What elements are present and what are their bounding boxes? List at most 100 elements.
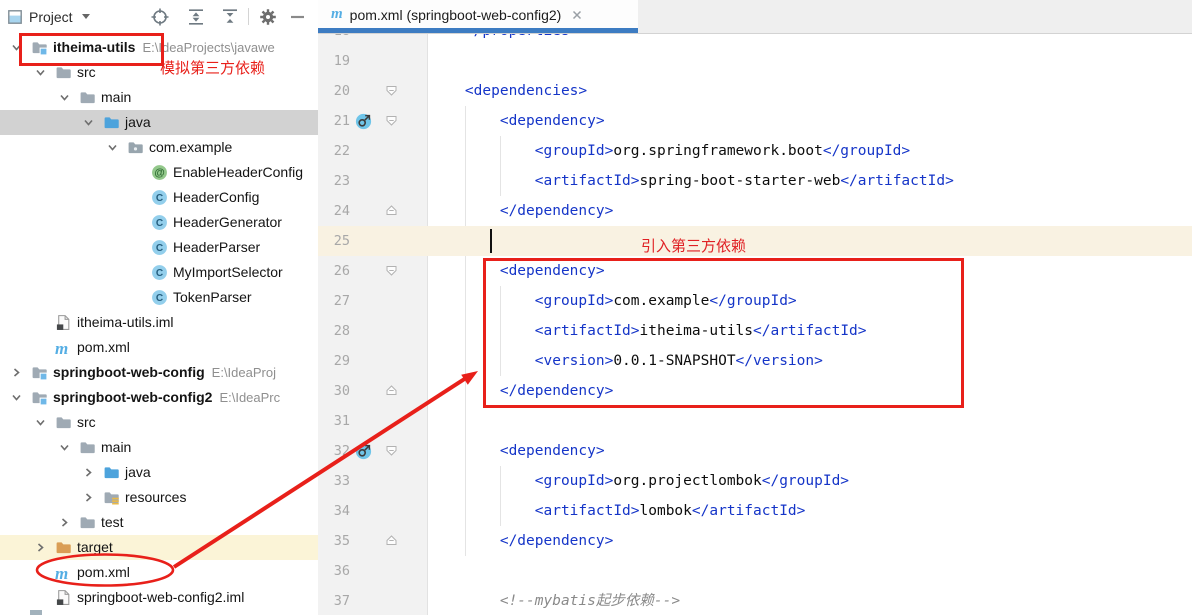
item-name: resources [125,489,186,505]
chevron-down-icon[interactable] [58,91,71,104]
tab-title: pom.xml (springboot-web-config2) [350,7,562,23]
line-number: 34 [318,496,350,526]
tree-item-springboot-web-config2[interactable]: springboot-web-config2E:\IdeaPrc [0,385,318,410]
editor-line-32[interactable]: 32 <dependency> [318,436,1192,466]
maven-icon: m [55,339,72,356]
tree-item-java[interactable]: java [0,110,318,135]
chevron-right-icon[interactable] [82,491,95,504]
tree-item-target[interactable]: target [0,535,318,560]
fold-marker-icon[interactable] [385,264,398,277]
editor-line-24[interactable]: 24 </dependency> [318,196,1192,226]
toolbar-divider [248,8,249,25]
svg-text:C: C [156,218,163,229]
folder-icon [79,89,96,106]
editor-line-33[interactable]: 33 <groupId>org.projectlombok</groupId> [318,466,1192,496]
fold-marker-icon[interactable] [385,204,398,217]
editor-line-21[interactable]: 21 <dependency> [318,106,1192,136]
tree-item-main[interactable]: main [0,435,318,460]
chevron-right-icon[interactable] [34,541,47,554]
editor-line-37[interactable]: 37 <!--mybatis起步依赖--> [318,586,1192,615]
editor-line-20[interactable]: 20 <dependencies> [318,76,1192,106]
tree-item-springboot-web-config2-iml[interactable]: springboot-web-config2.iml [0,585,318,610]
editor-line-34[interactable]: 34 <artifactId>lombok</artifactId> [318,496,1192,526]
fold-marker-icon[interactable] [385,444,398,457]
tree-item-label: main [101,85,131,110]
tab-pom-xml[interactable]: m pom.xml (springboot-web-config2) [318,0,638,29]
tree-item-src[interactable]: src [0,410,318,435]
code-text: <groupId>org.springframework.boot</group… [430,136,910,166]
fold-marker-icon[interactable] [385,534,398,547]
fold-marker-icon[interactable] [385,84,398,97]
item-path: E:\IdeaPrc [219,390,280,405]
maven-navigate-icon[interactable] [355,442,373,460]
fold-marker-icon[interactable] [385,114,398,127]
tree-item-resources[interactable]: resources [0,485,318,510]
line-number: 30 [318,376,350,406]
editor-line-22[interactable]: 22 <groupId>org.springframework.boot</gr… [318,136,1192,166]
tree-item-enableheaderconfig[interactable]: @ EnableHeaderConfig [0,160,318,185]
line-number: 24 [318,196,350,226]
editor-line-36[interactable]: 36 [318,556,1192,586]
item-name: pom.xml [77,564,130,580]
chevron-down-icon[interactable] [10,391,23,404]
partial-tree-row [30,610,42,615]
tree-item-headerparser[interactable]: CHeaderParser [0,235,318,260]
chevron-right-icon[interactable] [82,466,95,479]
editor-line-25[interactable]: 25 [318,226,1192,256]
chevron-right-icon[interactable] [58,516,71,529]
settings-gear-icon[interactable] [258,7,278,27]
editor-line-35[interactable]: 35 </dependency> [318,526,1192,556]
locate-file-icon[interactable] [150,7,170,27]
text-caret [490,229,492,253]
chevron-down-icon[interactable] [82,116,95,129]
svg-text:@: @ [154,167,164,179]
tree-item-label: EnableHeaderConfig [173,160,303,185]
tree-item-headerconfig[interactable]: CHeaderConfig [0,185,318,210]
maven-navigate-icon[interactable] [355,112,373,130]
line-number: 35 [318,526,350,556]
tree-item-main[interactable]: main [0,85,318,110]
tree-item-itheima-utils-iml[interactable]: itheima-utils.iml [0,310,318,335]
chevron-down-icon[interactable] [106,141,119,154]
tree-item-label: test [101,510,124,535]
tree-item-java[interactable]: java [0,460,318,485]
class-icon: C [151,289,168,306]
chevron-down-icon[interactable] [34,66,47,79]
hide-panel-icon[interactable] [288,7,308,27]
chevron-right-icon[interactable] [10,366,23,379]
tree-item-label: itheima-utils.iml [77,310,173,335]
chevron-down-icon[interactable] [34,416,47,429]
tree-item-pom-xml[interactable]: m pom.xml [0,335,318,360]
tree-item-label: HeaderConfig [173,185,259,210]
fold-marker-icon[interactable] [385,384,398,397]
tree-item-springboot-web-config[interactable]: springboot-web-configE:\IdeaProj [0,360,318,385]
tree-item-label: springboot-web-configE:\IdeaProj [53,360,276,385]
tree-item-label: HeaderGenerator [173,210,282,235]
close-tab-icon[interactable] [570,8,584,22]
item-name: pom.xml [77,339,130,355]
item-name: java [125,114,151,130]
line-number: 29 [318,346,350,376]
tree-item-pom-xml[interactable]: mpom.xml [0,560,318,585]
editor-line-19[interactable]: 19 [318,46,1192,76]
collapse-all-icon[interactable] [220,7,240,27]
tree-item-test[interactable]: test [0,510,318,535]
expand-all-icon[interactable] [186,7,206,27]
tree-item-tokenparser[interactable]: CTokenParser [0,285,318,310]
tree-item-myimportselector[interactable]: CMyImportSelector [0,260,318,285]
line-number: 36 [318,556,350,586]
code-text: <artifactId>spring-boot-starter-web</art… [430,166,954,196]
package-icon [127,139,144,156]
tree-item-label: java [125,110,151,135]
maven-file-icon: m [331,6,343,23]
editor-line-31[interactable]: 31 [318,406,1192,436]
tree-item-headergenerator[interactable]: C HeaderGenerator [0,210,318,235]
line-number: 20 [318,76,350,106]
tree-item-com-example[interactable]: com.example [0,135,318,160]
folder-icon [55,414,72,431]
editor-line-23[interactable]: 23 <artifactId>spring-boot-starter-web</… [318,166,1192,196]
line-number: 23 [318,166,350,196]
chevron-down-icon[interactable] [58,441,71,454]
item-name: springboot-web-config [53,364,205,380]
project-view-selector[interactable]: Project [8,0,90,33]
